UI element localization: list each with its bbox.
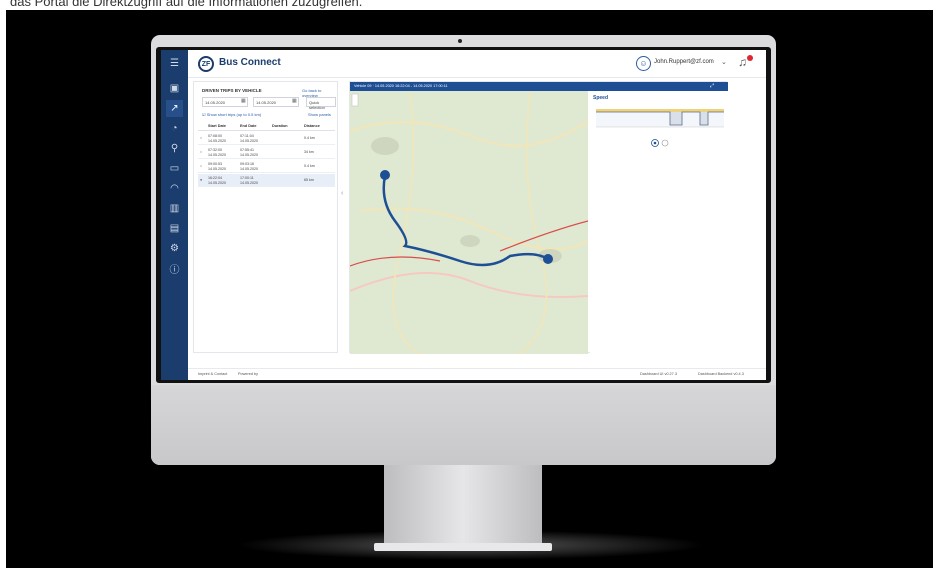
row-start: 09:00:53 14.05.2020 xyxy=(208,162,226,171)
monitor-stand xyxy=(384,465,542,547)
col-duration[interactable]: Duration xyxy=(272,124,288,128)
panel-title: DRIVEN TRIPS BY VEHICLE xyxy=(202,88,262,93)
footer: Imprint & Contact Powered by Dashboard U… xyxy=(188,368,766,380)
calendar-icon[interactable]: ▦ xyxy=(292,98,297,104)
short-trips-checkbox[interactable]: ☑ Show short trips (up to 0.5 km) xyxy=(202,112,261,117)
gauge-icon[interactable]: ◠ xyxy=(166,180,183,197)
show-panels-link[interactable]: Show panels xyxy=(308,112,331,117)
monitor-foot xyxy=(374,543,552,551)
top-bar: ZF Bus Connect ☺ John.Ruppert@zf.com ⌄ ♫ xyxy=(188,50,766,78)
row-end: 17:00:11 14.05.2020 xyxy=(240,176,258,185)
next-button xyxy=(661,139,669,147)
row-checkbox: ○ xyxy=(200,164,203,168)
trips-panel: DRIVEN TRIPS BY VEHICLE Go back to overv… xyxy=(193,81,338,353)
info-icon[interactable]: ⓘ xyxy=(166,260,183,277)
imprint-link[interactable]: Imprint & Contact xyxy=(198,372,227,376)
row-end: 07:11:04 14.05.2020 xyxy=(240,134,258,143)
zf-logo: ZF xyxy=(198,56,214,72)
bus-icon[interactable]: ▤ xyxy=(166,220,183,237)
row-checkbox: ○ xyxy=(200,136,203,140)
col-start-date[interactable]: Start Date xyxy=(208,124,226,128)
row-distance: 34 km xyxy=(304,150,314,154)
table-header: Start Date End Date Duration Distance xyxy=(198,122,335,131)
row-end: 09:03:16 14.05.2020 xyxy=(240,162,258,171)
page-caption: das Portal die Direktzugriff auf die Inf… xyxy=(10,0,363,9)
row-checkbox: ● xyxy=(200,178,203,182)
row-start: 07:08:00 14.05.2020 xyxy=(208,134,226,143)
menu-icon[interactable]: ☰ xyxy=(166,55,183,72)
tacho-icon[interactable]: ◔ xyxy=(166,120,183,137)
table-row[interactable]: ○ 07:32:00 14.05.2020 07:55:41 14.05.2020 … xyxy=(198,146,335,159)
chevron-down-icon[interactable]: ⌄ xyxy=(721,58,727,66)
fullscreen-icon[interactable]: ⤢ xyxy=(710,83,714,89)
col-distance[interactable]: Distance xyxy=(304,124,320,128)
dashboard-version: Dashboard UI v0.27.3 xyxy=(640,372,677,376)
app-screen: ☰ ▣ ↗ ◔ ⚲ ▭ ◠ ▥ ▤ ⚙ ⓘ ZF Bus Connect ☺ J… xyxy=(161,50,766,380)
vehicle-icon[interactable]: ▣ xyxy=(166,80,183,97)
table-row[interactable]: ○ 09:00:53 14.05.2020 09:03:16 14.05.2020 … xyxy=(198,160,335,173)
user-avatar-icon[interactable]: ☺ xyxy=(636,56,651,71)
photo-backdrop: ☰ ▣ ↗ ◔ ⚲ ▭ ◠ ▥ ▤ ⚙ ⓘ ZF Bus Connect ☺ J… xyxy=(6,10,933,568)
user-name[interactable]: John.Ruppert@zf.com xyxy=(654,59,714,65)
collapse-panel-icon[interactable]: ‹ xyxy=(341,190,343,197)
row-distance: 0.4 km xyxy=(304,136,315,140)
quick-selection-select[interactable]: Quick selection xyxy=(306,97,336,110)
bell-icon[interactable]: ♫ xyxy=(738,55,747,69)
table-row-selected[interactable]: ● 16:22:04 14.05.2020 17:00:11 14.05.2020 … xyxy=(198,174,335,187)
row-start: 07:32:00 14.05.2020 xyxy=(208,148,226,157)
col-end-date[interactable]: End Date xyxy=(240,124,256,128)
route-end-marker xyxy=(543,254,553,264)
powered-by: Powered by xyxy=(238,372,259,376)
row-start: 16:22:04 14.05.2020 xyxy=(208,176,226,185)
settings-icon[interactable]: ⚙ xyxy=(166,240,183,257)
camera-dot xyxy=(458,39,462,43)
map-header: Vehicle 09 · 14.05.2020 16:22:04 - 14.05… xyxy=(350,82,728,91)
chart-icon[interactable]: ▥ xyxy=(166,200,183,217)
trip-detail: Vehicle 09 · 14.05.2020 16:22:04 - 14.05… xyxy=(349,81,728,354)
map-canvas xyxy=(350,91,588,354)
app-brand: Bus Connect xyxy=(219,57,281,68)
search-icon[interactable]: ⚲ xyxy=(166,140,183,157)
row-checkbox: ○ xyxy=(200,150,203,154)
calendar-icon[interactable]: ▦ xyxy=(241,98,246,104)
table-row[interactable]: ○ 07:08:00 14.05.2020 07:11:04 14.05.2020 … xyxy=(198,132,335,145)
row-distance: 0.4 km xyxy=(304,164,315,168)
monitor: ☰ ▣ ↗ ◔ ⚲ ▭ ◠ ▥ ▤ ⚙ ⓘ ZF Bus Connect ☺ J… xyxy=(151,35,776,465)
short-trips-label: Show short trips (up to 0.5 km) xyxy=(206,112,262,117)
row-end: 07:55:41 14.05.2020 xyxy=(240,148,258,157)
speed-chart xyxy=(596,109,724,147)
map-header-text: Vehicle 09 · 14.05.2020 16:22:04 - 14.05… xyxy=(354,84,448,88)
backend-version: Dashboard Backend v0.4.3 xyxy=(698,372,744,376)
speed-panel: Speed xyxy=(590,91,728,354)
notification-badge xyxy=(747,55,753,61)
row-distance: 65 km xyxy=(304,178,314,182)
sidebar: ☰ ▣ ↗ ◔ ⚲ ▭ ◠ ▥ ▤ ⚙ ⓘ xyxy=(161,50,188,380)
monitor-icon[interactable]: ▭ xyxy=(166,160,183,177)
route-start-marker xyxy=(380,170,390,180)
monitor-chin xyxy=(151,385,776,465)
route-map[interactable] xyxy=(350,91,588,354)
route-icon[interactable]: ↗ xyxy=(166,100,183,117)
